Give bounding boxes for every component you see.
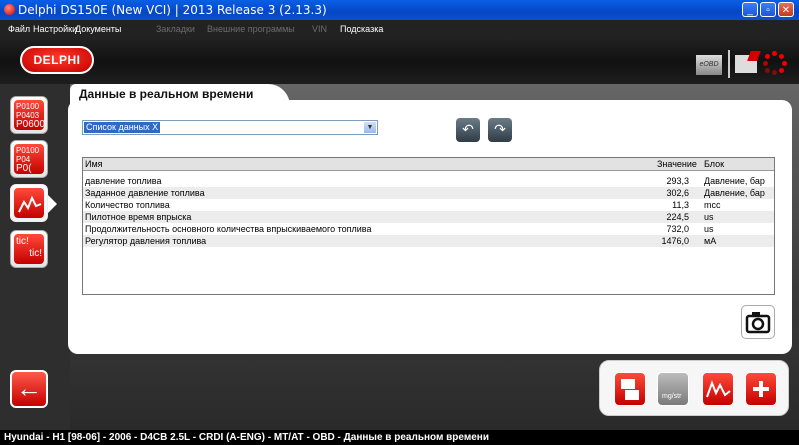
sidebar-tests-button[interactable]: tic! tic! [10, 230, 48, 268]
live-data-table: Имя Значение Блок давление топлива 293,3… [82, 157, 775, 295]
code-line-3: P0( [16, 163, 32, 174]
table-row[interactable]: Продолжительность основного количества в… [83, 223, 774, 235]
menu-documents[interactable]: Документы [75, 24, 121, 34]
datalist-selected-value: Список данных X [84, 122, 161, 133]
table-row[interactable]: Количество топлива 11,3 mcc [83, 199, 774, 211]
prev-page-button[interactable]: ↶ [456, 118, 480, 142]
menu-vin[interactable]: VIN [312, 24, 327, 34]
next-page-button[interactable]: ↷ [488, 118, 512, 142]
window-title: Delphi DS150E (New VCI) | 2013 Release 3… [18, 3, 327, 17]
graph-icon [706, 380, 731, 398]
code-line-1: P0100 [16, 146, 40, 155]
add-icon [753, 381, 769, 397]
graph-view-button[interactable] [702, 372, 734, 406]
menu-external-programs[interactable]: Внешние программы [207, 24, 295, 34]
add-parameter-button[interactable] [745, 372, 777, 406]
sidebar-live-data-button[interactable] [10, 184, 57, 222]
list-view-icon [621, 379, 639, 400]
sidebar: P0100 P0403 P0600 P0100 P04 P0( tic! tic… [0, 84, 70, 430]
title-bar: Delphi DS150E (New VCI) | 2013 Release 3… [0, 0, 799, 20]
page-title: Данные в реальном времени [79, 87, 254, 101]
folder-icon[interactable] [735, 55, 757, 73]
cell-unit: Давление, бар [704, 176, 765, 186]
status-bar: Hyundai - H1 [98-06] - 2006 - D4CB 2.5L … [0, 430, 799, 445]
sidebar-fault-codes-button[interactable]: P0100 P0403 P0600 [10, 96, 48, 134]
tic-line-1: tic! [16, 236, 29, 247]
chevron-down-icon[interactable]: ▼ [364, 122, 376, 133]
cell-name: Пилотное время впрыска [85, 212, 192, 222]
table-view-button[interactable] [614, 372, 646, 406]
cell-value: 1476,0 [661, 236, 689, 246]
view-toolbar: mg/str [599, 360, 789, 416]
menu-bookmarks[interactable]: Закладки [156, 24, 195, 34]
cell-value: 11,3 [672, 200, 689, 210]
cell-name: Регулятор давления топлива [85, 236, 207, 246]
col-header-unit[interactable]: Блок [704, 158, 724, 170]
maximize-button[interactable]: ▫ [760, 2, 776, 17]
cell-value: 224,5 [666, 212, 689, 222]
eobd-button[interactable]: eOBD [696, 55, 722, 75]
gauge-view-button[interactable]: mg/str [657, 372, 689, 406]
cell-name: Продолжительность основного количества в… [85, 224, 372, 234]
menu-file[interactable]: Файл [8, 24, 30, 34]
table-row[interactable]: Пилотное время впрыска 224,5 us [83, 211, 774, 223]
table-header: Имя Значение Блок [83, 158, 774, 171]
close-button[interactable]: ✕ [778, 2, 794, 17]
cell-unit: us [704, 212, 714, 222]
activity-spinner-icon [763, 51, 787, 75]
tic-tests-icon: tic! tic! [14, 234, 44, 264]
gauge-unit-label: mg/str [662, 393, 682, 400]
menu-settings[interactable]: Настройки [33, 24, 77, 34]
back-button[interactable]: ← [10, 370, 48, 408]
sidebar-clear-codes-button[interactable]: P0100 P04 P0( [10, 140, 48, 178]
cell-value: 293,3 [666, 176, 689, 186]
cell-unit: mcc [704, 200, 721, 210]
tic-line-2: tic! [29, 248, 42, 259]
snapshot-button[interactable] [741, 305, 775, 339]
cell-name: давление топлива [85, 176, 162, 186]
code-line-3: P0600 [16, 119, 44, 130]
code-line-1: P0100 [16, 102, 40, 111]
cell-name: Заданное давление топлива [85, 188, 205, 198]
app-header: DELPHI eOBD [0, 38, 799, 84]
vehicle-status-text: Hyundai - H1 [98-06] - 2006 - D4CB 2.5L … [4, 432, 489, 443]
cell-value: 732,0 [666, 224, 689, 234]
clear-codes-icon: P0100 P04 P0( [14, 144, 44, 174]
cell-unit: us [704, 224, 714, 234]
col-header-value[interactable]: Значение [657, 158, 697, 170]
col-header-name[interactable]: Имя [85, 158, 103, 170]
cell-unit: Давление, бар [704, 188, 765, 198]
menu-help[interactable]: Подсказка [340, 24, 383, 34]
camera-icon [745, 312, 771, 334]
live-data-icon [14, 188, 44, 218]
table-row[interactable]: давление топлива 293,3 Давление, бар [83, 175, 774, 187]
menu-bar: Файл Настройки Документы Закладки Внешни… [0, 20, 799, 38]
cell-unit: мА [704, 236, 717, 246]
table-row[interactable]: Регулятор давления топлива 1476,0 мА [83, 235, 774, 247]
app-icon[interactable] [4, 4, 15, 15]
header-divider [728, 50, 730, 78]
table-row[interactable]: Заданное давление топлива 302,6 Давление… [83, 187, 774, 199]
datalist-select[interactable]: Список данных X ▼ [82, 120, 378, 135]
cell-name: Количество топлива [85, 200, 170, 210]
fault-codes-icon: P0100 P0403 P0600 [14, 100, 44, 130]
cell-value: 302,6 [666, 188, 689, 198]
minimize-button[interactable]: _ [742, 2, 758, 17]
delphi-logo: DELPHI [20, 46, 94, 74]
